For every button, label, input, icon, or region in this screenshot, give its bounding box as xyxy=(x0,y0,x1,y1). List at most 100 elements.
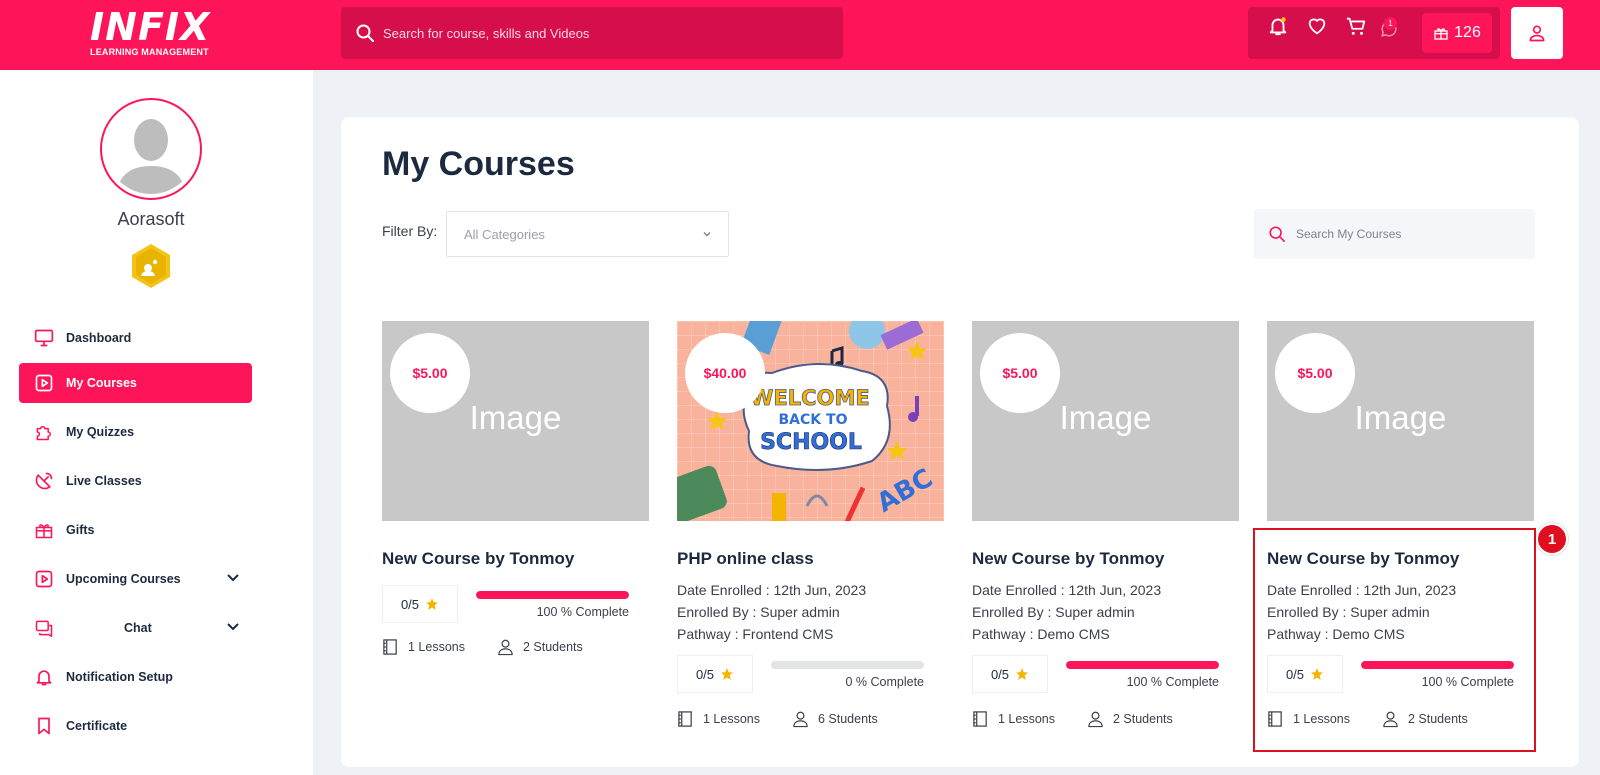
play-square-icon xyxy=(35,570,53,588)
course-price: $5.00 xyxy=(390,333,470,413)
sidebar-item-certificate[interactable]: Certificate xyxy=(19,706,252,746)
global-search-placeholder: Search for course, skills and Videos xyxy=(383,25,590,41)
sidebar-item-label: My Quizzes xyxy=(66,425,135,439)
chevron-down-icon[interactable] xyxy=(226,620,240,634)
course-title[interactable]: New Course by Tonmoy xyxy=(1267,549,1534,571)
level-badge-icon xyxy=(132,244,170,288)
pathway: Pathway : Demo CMS xyxy=(1267,626,1405,642)
bell-icon[interactable] xyxy=(1267,15,1289,37)
course-title[interactable]: New Course by Tonmoy xyxy=(972,549,1239,571)
banner-line2: BACK TO xyxy=(779,412,848,428)
course-thumbnail[interactable]: Image $5.00 xyxy=(1267,321,1534,521)
points-button[interactable]: 126 xyxy=(1422,13,1492,53)
satellite-icon xyxy=(35,472,53,490)
avatar[interactable] xyxy=(100,98,202,200)
course-card[interactable]: Image $5.00 New Course by Tonmoy 0/5 100… xyxy=(382,321,649,657)
chat-icon xyxy=(35,620,53,638)
sidebar-item-my-quizzes[interactable]: My Quizzes xyxy=(19,412,252,452)
course-rating: 0/5 xyxy=(382,585,458,623)
course-progress-row: 0/5 100 % Complete xyxy=(1267,655,1534,693)
chevron-down-icon[interactable] xyxy=(226,571,240,585)
puzzle-icon xyxy=(36,425,51,441)
progress-bar xyxy=(1066,661,1219,669)
lessons-count: 1 Lessons xyxy=(998,712,1055,726)
sidebar-item-notification-setup[interactable]: Notification Setup xyxy=(19,657,252,697)
progress-fill xyxy=(476,591,629,599)
progress-label: 100 % Complete xyxy=(536,605,629,619)
points-count: 126 xyxy=(1454,24,1481,41)
play-square-icon xyxy=(35,374,53,392)
book-icon xyxy=(678,711,692,727)
rating-value: 0/5 xyxy=(695,666,715,682)
progress-bar xyxy=(771,661,924,669)
student-icon xyxy=(1088,711,1103,728)
course-stats: 1 Lessons 2 Students xyxy=(1267,709,1534,729)
sidebar-item-label: Upcoming Courses xyxy=(66,572,181,586)
sidebar-item-my-courses[interactable]: My Courses xyxy=(19,363,252,403)
rating-value: 0/5 xyxy=(400,596,420,612)
date-enrolled: Date Enrolled : 12th Jun, 2023 xyxy=(677,582,867,598)
avatar-image xyxy=(106,104,196,194)
sidebar-item-upcoming-courses[interactable]: Upcoming Courses xyxy=(19,559,252,599)
category-filter-select[interactable]: All Categories xyxy=(446,211,729,257)
course-price: $5.00 xyxy=(980,333,1060,413)
progress-bar xyxy=(1361,661,1514,669)
enrolled-by: Enrolled By : Super admin xyxy=(1267,604,1430,620)
sidebar-item-label: Chat xyxy=(124,621,152,635)
search-icon xyxy=(356,24,374,42)
course-rating: 0/5 xyxy=(1267,655,1343,693)
search-icon xyxy=(1269,226,1286,243)
brand-tagline: LEARNING MANAGEMENT xyxy=(90,47,209,57)
default-avatar-icon xyxy=(116,119,186,194)
sidebar-item-label: Gifts xyxy=(66,523,95,537)
students-count: 2 Students xyxy=(1407,712,1468,726)
course-stats: 1 Lessons 6 Students xyxy=(677,709,944,729)
sidebar-item-gifts[interactable]: Gifts xyxy=(19,510,252,550)
lessons-count: 1 Lessons xyxy=(408,640,465,654)
brand-name: INFIX xyxy=(90,5,211,49)
brand-logo[interactable]: INFIX LEARNING MANAGEMENT xyxy=(90,8,212,60)
course-card[interactable]: Image $5.00 New Course by Tonmoy Date En… xyxy=(972,321,1239,729)
course-rating: 0/5 xyxy=(972,655,1048,693)
sidebar-item-live-classes[interactable]: Live Classes xyxy=(19,461,252,501)
progress-bar xyxy=(476,591,629,599)
global-search-input[interactable]: Search for course, skills and Videos xyxy=(341,7,843,59)
rating-value: 0/5 xyxy=(1285,666,1305,682)
cart-icon[interactable] xyxy=(1345,15,1367,37)
sidebar-item-label: Notification Setup xyxy=(66,670,173,684)
course-meta: Date Enrolled : 12th Jun, 2023 Enrolled … xyxy=(972,579,1239,645)
enrolled-by: Enrolled By : Super admin xyxy=(972,604,1135,620)
banner-line3: SCHOOL xyxy=(760,430,862,455)
book-icon xyxy=(1268,711,1282,727)
course-progress-row: 0/5 100 % Complete xyxy=(382,585,649,623)
course-thumbnail[interactable]: WELCOME BACK TO SCHOOL ABC $40.00 xyxy=(677,321,944,521)
course-card[interactable]: Image $5.00 New Course by Tonmoy Date En… xyxy=(1267,321,1534,729)
course-title[interactable]: PHP online class xyxy=(677,549,944,571)
course-thumbnail[interactable]: Image $5.00 xyxy=(972,321,1239,521)
gift-icon xyxy=(35,524,53,539)
course-meta: Date Enrolled : 12th Jun, 2023 Enrolled … xyxy=(677,579,944,645)
sidebar-item-dashboard[interactable]: Dashboard xyxy=(19,318,252,358)
main-panel: My Courses Filter By: All Categories Sea… xyxy=(341,117,1579,767)
book-icon xyxy=(973,711,987,727)
rating-value: 0/5 xyxy=(990,666,1010,682)
progress-label: 100 % Complete xyxy=(1421,675,1514,689)
students-count: 2 Students xyxy=(522,640,583,654)
category-filter-value: All Categories xyxy=(464,226,545,242)
enrolled-by: Enrolled By : Super admin xyxy=(677,604,840,620)
heart-icon[interactable] xyxy=(1306,15,1328,37)
course-card[interactable]: WELCOME BACK TO SCHOOL ABC $40.00 PHP on… xyxy=(677,321,944,729)
user-menu-button[interactable] xyxy=(1511,7,1563,59)
course-thumbnail[interactable]: Image $5.00 xyxy=(382,321,649,521)
search-my-courses-input[interactable]: Search My Courses xyxy=(1254,209,1535,259)
course-title[interactable]: New Course by Tonmoy xyxy=(382,549,649,571)
course-progress-row: 0/5 100 % Complete xyxy=(972,655,1239,693)
student-icon xyxy=(498,639,513,656)
course-stats: 1 Lessons 2 Students xyxy=(972,709,1239,729)
progress-label: 0 % Complete xyxy=(845,675,924,689)
star-icon xyxy=(426,598,438,610)
date-enrolled: Date Enrolled : 12th Jun, 2023 xyxy=(972,582,1162,598)
sidebar-item-chat[interactable]: Chat xyxy=(19,608,252,648)
pathway: Pathway : Frontend CMS xyxy=(677,626,834,642)
sidebar: Aorasoft Dashboard My Courses My Quizzes… xyxy=(0,70,313,775)
